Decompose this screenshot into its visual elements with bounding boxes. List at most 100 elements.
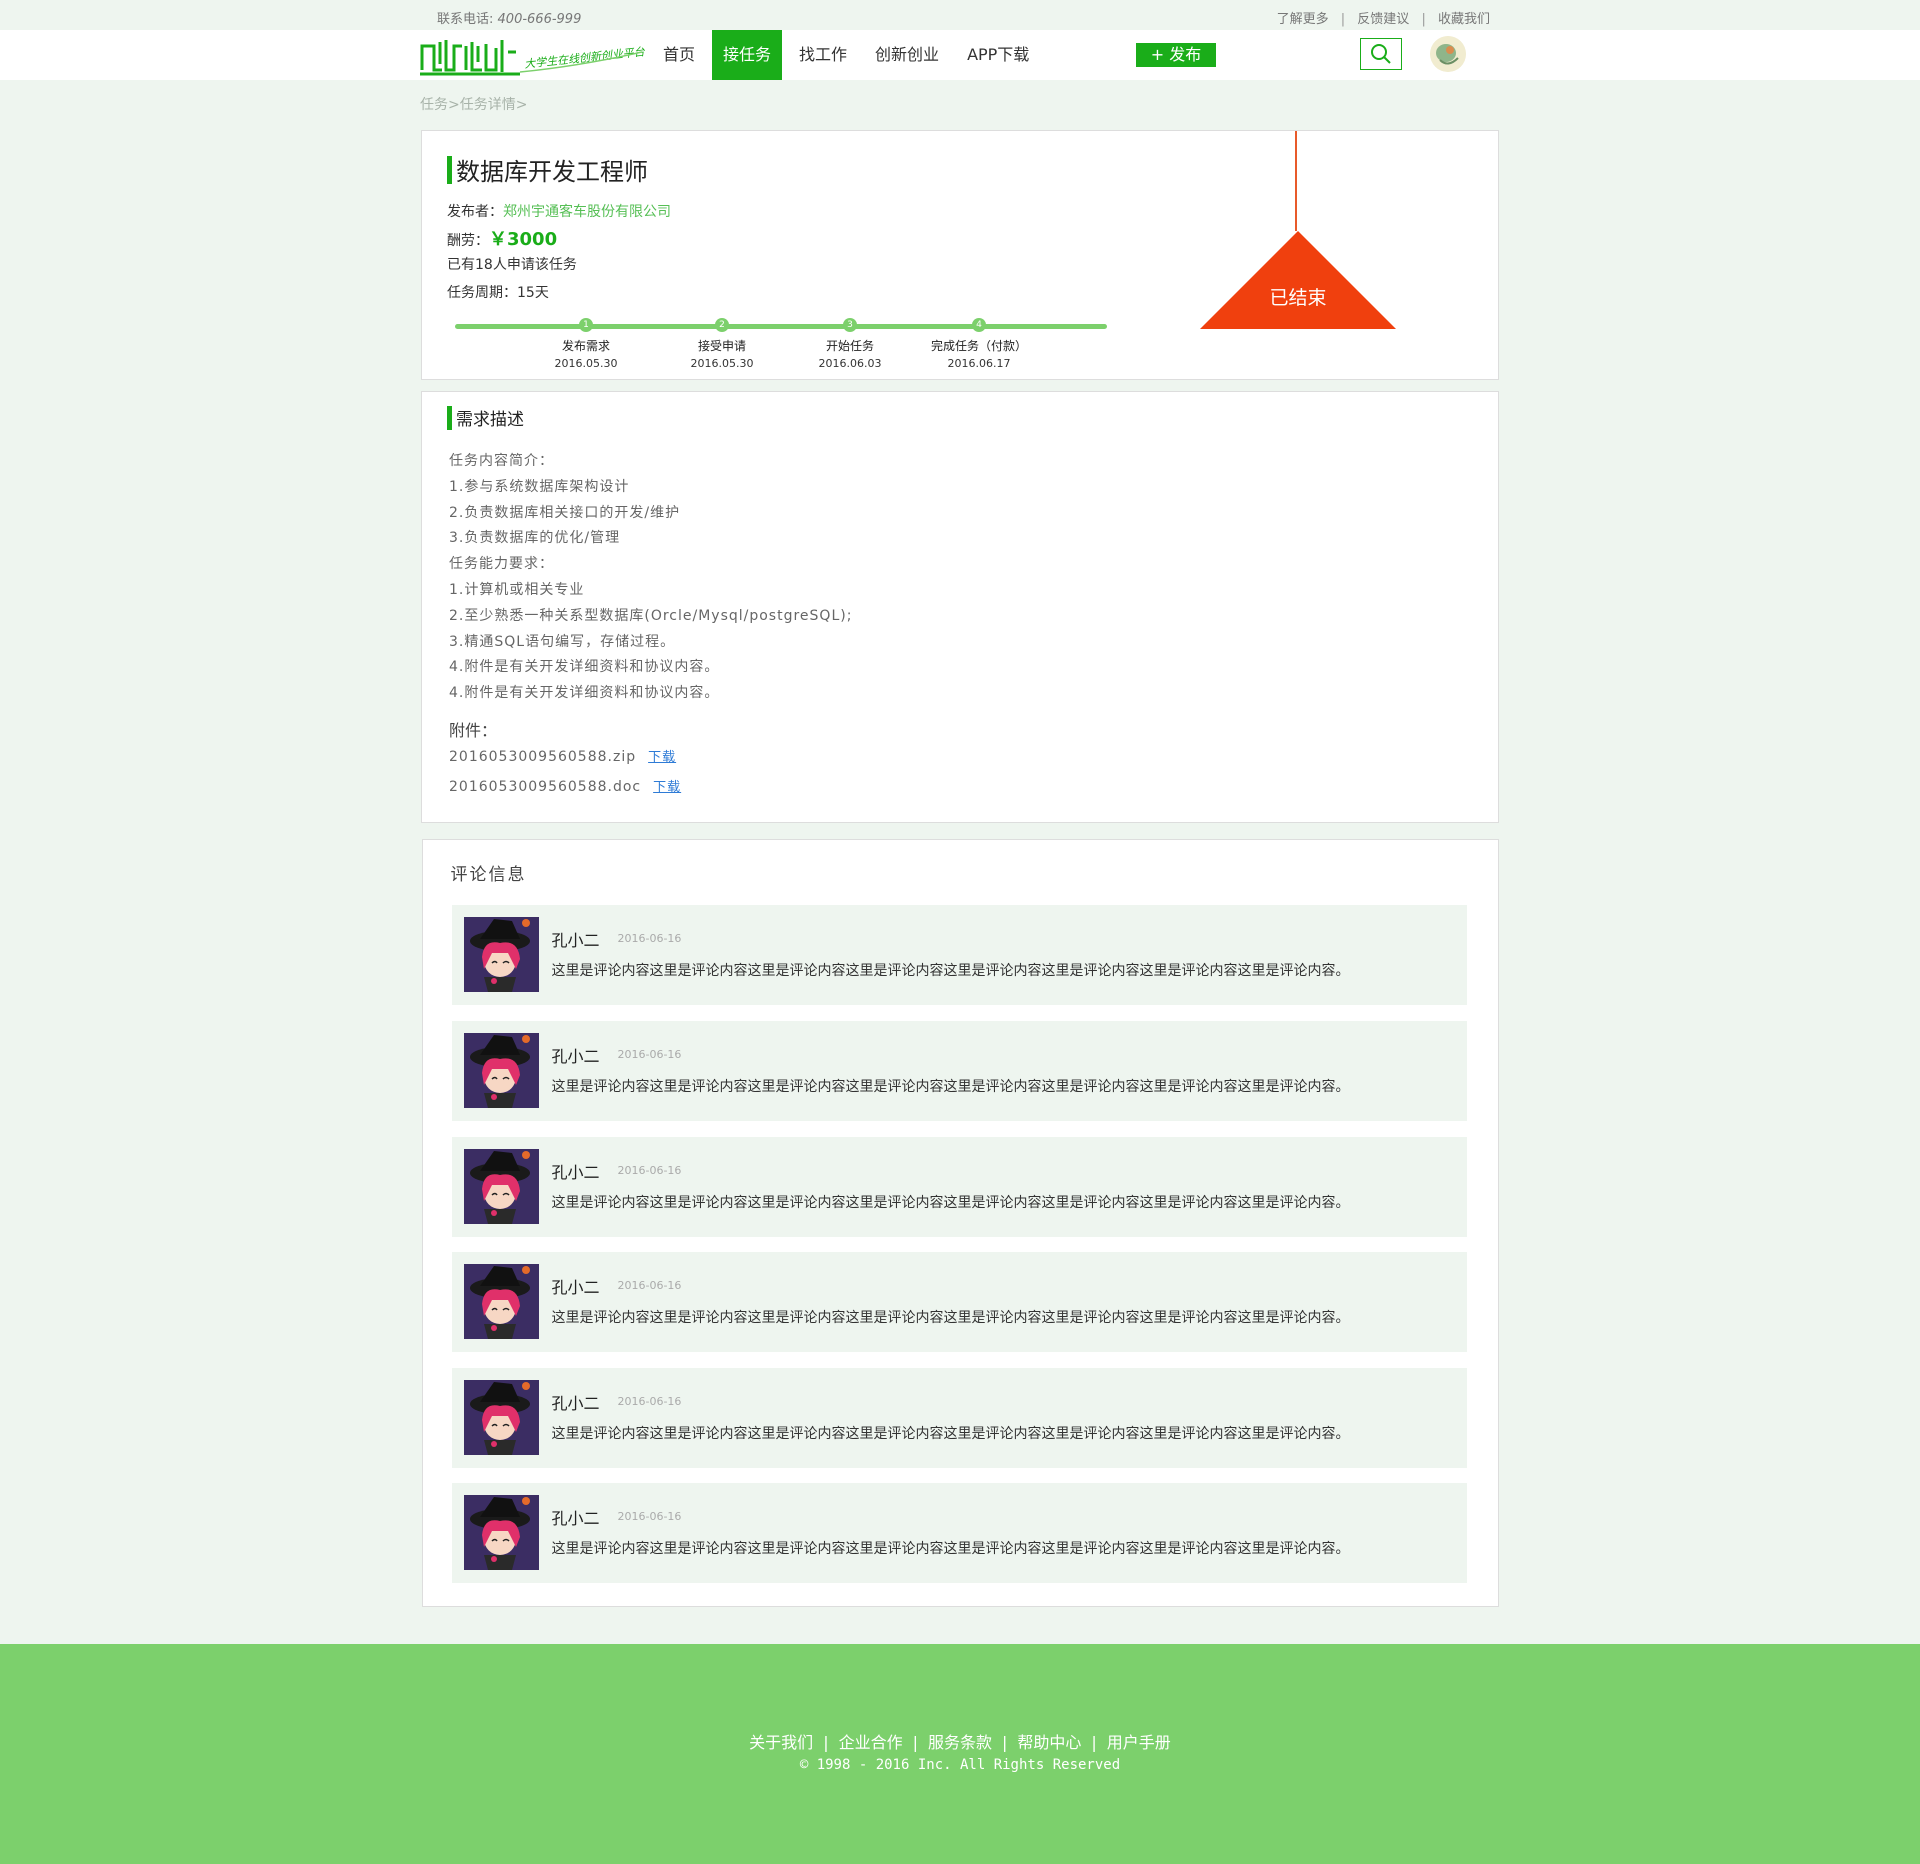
footer-cooperation[interactable]: 企业合作	[839, 1733, 903, 1752]
nav-innovation[interactable]: 创新创业	[864, 30, 950, 80]
step-2: 2 接受申请 2016.05.30	[662, 318, 782, 370]
bookmark-link[interactable]: 收藏我们	[1438, 12, 1490, 27]
page-title: 数据库开发工程师	[456, 158, 648, 186]
comment-item: 孔小二 2016-06-16 这里是评论内容这里是评论内容这里是评论内容这里是评论内…	[451, 1021, 1467, 1121]
comment-author[interactable]: 孔小二	[552, 1274, 600, 1298]
step-date: 2016.06.17	[947, 357, 1011, 370]
publish-button[interactable]: + 发布	[1136, 43, 1216, 67]
comment-text: 这里是评论内容这里是评论内容这里是评论内容这里是评论内容这里是评论内容这里是评论…	[551, 1195, 1350, 1211]
nav-home[interactable]: 首页	[652, 30, 706, 80]
section-title: 需求描述	[456, 410, 524, 430]
step-dot: 1	[579, 318, 593, 332]
status-tag-string	[1295, 131, 1297, 231]
footer-about[interactable]: 关于我们	[749, 1733, 813, 1752]
attachment-row: 2016053009560588.zip 下载	[449, 746, 676, 765]
step-label: 接受申请	[697, 339, 746, 353]
comment-item: 孔小二 2016-06-16 这里是评论内容这里是评论内容这里是评论内容这里是评论内…	[451, 1368, 1467, 1468]
comment-author[interactable]: 孔小二	[552, 1043, 600, 1067]
attachment-name: 2016053009560588.zip	[449, 749, 637, 765]
comment-avatar-icon[interactable]	[463, 1264, 539, 1339]
nav-app-download[interactable]: APP下载	[956, 30, 1040, 80]
status-badge: 已结束	[1269, 287, 1327, 309]
footer-help[interactable]: 帮助中心	[1017, 1733, 1081, 1752]
nav-jobs[interactable]: 找工作	[788, 30, 858, 80]
desc-line: 4.附件是有关开发详细资料和协议内容。	[449, 659, 720, 676]
site-logo[interactable]: 大学生在线创新创业平台	[420, 32, 646, 78]
step-date: 2016.05.30	[690, 357, 754, 370]
comments-card: 评论信息 孔小二 2016-06-16 这里是评论内容这里是评论内容这里是评论内容这…	[421, 839, 1499, 1607]
comment-text: 这里是评论内容这里是评论内容这里是评论内容这里是评论内容这里是评论内容这里是评论…	[551, 1079, 1350, 1095]
download-link[interactable]: 下载	[653, 780, 681, 795]
nav-tasks[interactable]: 接任务	[712, 30, 783, 80]
description-text: 任务内容简介： 1.参与系统数据库架构设计 2.负责数据库相关接口的开发/维护 …	[449, 449, 852, 707]
search-icon	[1371, 44, 1391, 64]
step-1: 1 发布需求 2016.05.30	[526, 318, 646, 370]
footer-manual[interactable]: 用户手册	[1107, 1733, 1171, 1752]
attachments-title: 附件：	[449, 721, 498, 740]
feedback-link[interactable]: 反馈建议	[1357, 12, 1409, 27]
user-avatar-icon[interactable]	[1430, 36, 1466, 72]
desc-line: 2.至少熟悉一种关系型数据库(Orcle/Mysql/postgreSQL);	[449, 607, 853, 624]
comment-item: 孔小二 2016-06-16 这里是评论内容这里是评论内容这里是评论内容这里是评论内…	[451, 1252, 1467, 1352]
search-button[interactable]	[1360, 38, 1402, 70]
phone-label: 联系电话:	[437, 12, 494, 27]
comment-time: 2016-06-16	[617, 932, 682, 945]
comment-time: 2016-06-16	[617, 1395, 682, 1408]
comment-time: 2016-06-16	[617, 1279, 682, 1292]
comment-text: 这里是评论内容这里是评论内容这里是评论内容这里是评论内容这里是评论内容这里是评论…	[551, 1426, 1350, 1442]
copyright: © 1998 - 2016 Inc. All Rights Reserved	[799, 1757, 1121, 1773]
desc-line: 任务能力要求：	[449, 556, 554, 573]
step-date: 2016.05.30	[554, 357, 618, 370]
breadcrumb: 任务>任务详情>	[420, 97, 528, 113]
comment-avatar-icon[interactable]	[463, 1495, 539, 1570]
top-bar: 联系电话: 400-666-999 了解更多 | 反馈建议 | 收藏我们	[0, 0, 1920, 30]
phone-number: 400-666-999	[497, 12, 582, 27]
footer-terms[interactable]: 服务条款	[928, 1733, 992, 1752]
comment-time: 2016-06-16	[617, 1048, 682, 1061]
publisher-link[interactable]: 郑州宇通客车股份有限公司	[503, 204, 671, 220]
step-label: 完成任务（付款）	[930, 339, 1027, 353]
comment-avatar-icon[interactable]	[463, 1033, 539, 1108]
section-accent-bar	[447, 405, 452, 430]
top-links: 了解更多 | 反馈建议 | 收藏我们	[1276, 12, 1490, 27]
comment-author[interactable]: 孔小二	[552, 1159, 600, 1183]
step-label: 开始任务	[825, 339, 874, 353]
reward-row: 酬劳：￥3000	[447, 229, 558, 250]
comment-text: 这里是评论内容这里是评论内容这里是评论内容这里是评论内容这里是评论内容这里是评论…	[551, 1310, 1350, 1326]
step-3: 3 开始任务 2016.06.03	[790, 318, 910, 370]
step-dot: 2	[715, 318, 729, 332]
step-dot: 3	[843, 318, 857, 332]
download-link[interactable]: 下载	[648, 750, 676, 765]
main-nav: 首页 接任务 找工作 创新创业 APP下载	[652, 30, 1046, 80]
task-summary-card: 数据库开发工程师 发布者：郑州宇通客车股份有限公司 酬劳：￥3000 已有18人…	[421, 130, 1499, 380]
learn-more-link[interactable]: 了解更多	[1277, 12, 1329, 27]
comment-text: 这里是评论内容这里是评论内容这里是评论内容这里是评论内容这里是评论内容这里是评论…	[551, 1541, 1350, 1557]
svg-text:大学生在线创新创业平台: 大学生在线创新创业平台	[524, 45, 645, 71]
desc-line: 1.参与系统数据库架构设计	[449, 478, 630, 495]
comment-author[interactable]: 孔小二	[552, 1390, 600, 1414]
step-4: 4 完成任务（付款） 2016.06.17	[919, 318, 1039, 370]
comment-avatar-icon[interactable]	[463, 917, 539, 992]
title-accent-bar	[447, 155, 452, 184]
site-footer: 关于我们 | 企业合作 | 服务条款 | 帮助中心 | 用户手册 © 1998 - 2016 I…	[0, 1644, 1920, 1864]
desc-line: 4.附件是有关开发详细资料和协议内容。	[449, 685, 720, 702]
period-value: 15天	[517, 285, 549, 301]
comment-time: 2016-06-16	[617, 1510, 682, 1523]
comment-avatar-icon[interactable]	[463, 1380, 539, 1455]
comment-time: 2016-06-16	[617, 1164, 682, 1177]
publisher-row: 发布者：郑州宇通客车股份有限公司	[447, 204, 671, 220]
comment-avatar-icon[interactable]	[463, 1149, 539, 1224]
description-card: 需求描述 任务内容简介： 1.参与系统数据库架构设计 2.负责数据库相关接口的开…	[421, 391, 1499, 823]
attachment-row: 2016053009560588.doc 下载	[449, 776, 681, 795]
applicants-count: 已有18人申请该任务	[447, 257, 577, 273]
breadcrumb-task-detail[interactable]: 任务详情	[460, 97, 516, 113]
comment-author[interactable]: 孔小二	[552, 1505, 600, 1529]
comments-title: 评论信息	[450, 865, 527, 885]
breadcrumb-tasks[interactable]: 任务	[420, 97, 448, 113]
comment-text: 这里是评论内容这里是评论内容这里是评论内容这里是评论内容这里是评论内容这里是评论…	[551, 963, 1350, 979]
footer-links: 关于我们 | 企业合作 | 服务条款 | 帮助中心 | 用户手册	[749, 1733, 1171, 1752]
step-label: 发布需求	[561, 339, 610, 353]
contact-phone: 联系电话: 400-666-999	[437, 8, 581, 27]
comment-author[interactable]: 孔小二	[552, 927, 600, 951]
step-dot: 4	[972, 318, 986, 332]
